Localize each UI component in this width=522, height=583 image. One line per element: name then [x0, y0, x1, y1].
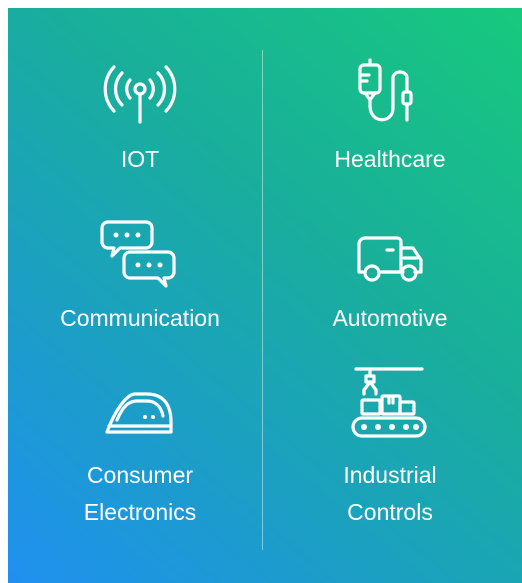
iv-drip-icon — [265, 58, 515, 128]
industry-label: Communication — [60, 305, 220, 331]
clothes-iron-icon — [15, 392, 265, 436]
chat-bubbles-icon — [15, 218, 265, 290]
industries-panel: IOT Healthcare Communication Automotive … — [8, 8, 522, 583]
industry-label: IOT — [120, 146, 160, 172]
antenna-signal-icon — [15, 65, 265, 126]
delivery-truck-icon — [265, 236, 515, 282]
industry-label: Automotive — [332, 305, 448, 331]
industry-label: Healthcare — [334, 146, 446, 172]
industry-label: Consumer — [86, 462, 194, 488]
robotic-conveyor-icon — [265, 366, 515, 438]
industry-label-line2: Electronics — [83, 499, 197, 525]
industry-label: Industrial — [343, 462, 437, 488]
industry-label-line2: Controls — [347, 499, 433, 525]
